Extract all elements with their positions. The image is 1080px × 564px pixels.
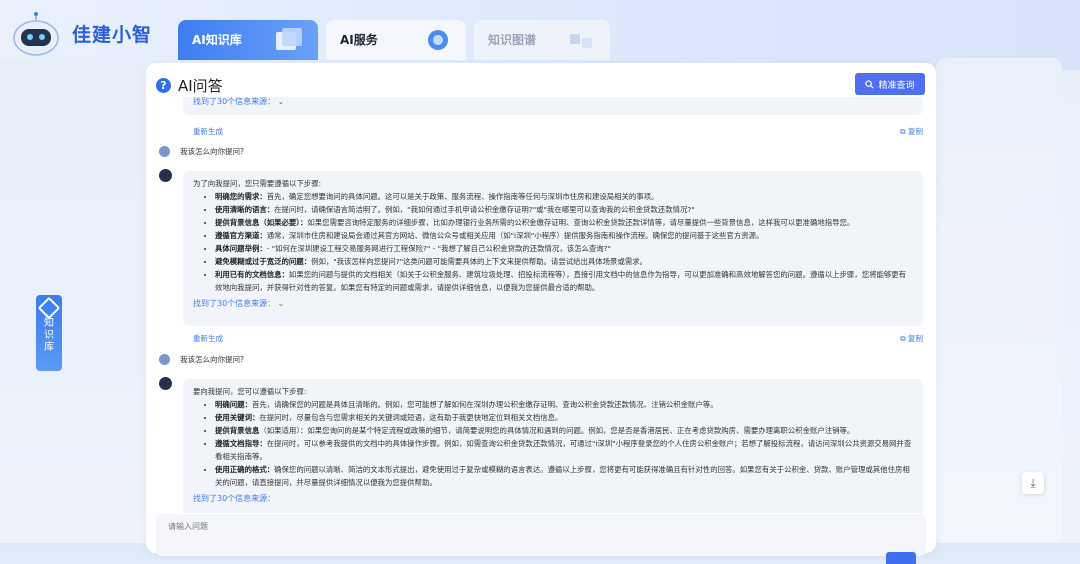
list-item: 明确问题：首先，请确保您的问题是具体且清晰的。例如，您可能想了解如何在深圳办理公… (215, 398, 913, 411)
knowledge-graph-illustration-icon (570, 34, 592, 48)
diamond-icon (37, 296, 61, 320)
list-item: 使用清晰的语言：在提问时，请确保语言简洁明了。例如，"我如何通过手机申请公积金缴… (215, 203, 913, 216)
chat-area[interactable]: 找到了30个信息来源： ⌄ 重新生成 ⧉ 复制 我该怎么向你提问? 为了向我提问… (146, 97, 936, 513)
list-item: 避免模糊或过于宽泛的问题：例如，"我该怎样向您提问?"这类问题可能需要具体的上下… (215, 255, 913, 268)
precise-search-button[interactable]: 精准查询 (855, 73, 925, 95)
brand-title: 佳建小智 (72, 24, 153, 46)
side-tab-knowledge-base[interactable]: 知 识 库 (36, 295, 62, 371)
ai-qa-panel: ? AI问答 精准查询 找到了30个信息来源： ⌄ 重新生成 ⧉ 复制 我该怎么… (146, 63, 936, 564)
copy-label: 复制 (908, 127, 923, 136)
left-background (0, 58, 145, 543)
sources-link[interactable]: 找到了30个信息来源： (193, 299, 275, 308)
user-question: 我该怎么向你提问? (180, 355, 244, 364)
answer-bubble: 为了向我提问，您只需要遵循以下步骤: 明确您的需求：首先，确定您想要询问的具体问… (183, 171, 923, 326)
chevron-down-icon[interactable]: ⌄ (278, 299, 285, 308)
user-question-row: 我该怎么向你提问? (159, 354, 244, 365)
answer-list: 明确问题：首先，请确保您的问题是具体且清晰的。例如，您可能想了解如何在深圳办理公… (193, 398, 913, 489)
panel-header: ? AI问答 (156, 75, 223, 96)
user-question: 我该怎么向你提问? (180, 147, 244, 156)
robot-logo-icon (13, 12, 59, 56)
list-item: 提供背景信息（如果必要）：如果您需要咨询特定服务的详细步骤，比如办理银行业务所需… (215, 216, 913, 229)
page-title: AI问答 (178, 77, 223, 95)
top-bar: 佳建小智 AI知识库 AI服务 知识图谱 (0, 0, 1080, 70)
bot-avatar (159, 377, 172, 390)
scroll-to-bottom-icon[interactable]: ⤓ (1022, 472, 1044, 494)
tab-ai-knowledge-base[interactable]: AI知识库 (178, 20, 318, 60)
tab-label: AI知识库 (192, 33, 242, 47)
side-tab-char: 知 (44, 318, 54, 329)
answer-actions: 重新生成 ⧉ 复制 (193, 126, 923, 137)
answer-bubble: 要向我提问，您可以遵循以下步骤: 明确问题：首先，请确保您的问题是具体且清晰的。… (183, 379, 923, 513)
side-tab-char: 库 (44, 342, 54, 353)
question-icon: ? (156, 78, 171, 93)
list-item: 遵循文档指导：在提问时，可以参考我提供的文档中的具体操作步骤。例如，如需查询公积… (215, 437, 913, 463)
list-item: 明确您的需求：首先，确定您想要询问的具体问题。这可以是关于政策、服务流程、操作指… (215, 190, 913, 203)
user-avatar (159, 146, 170, 157)
list-item: 使用关键词：在提问时，尽量包含与您需求相关的关键词或短语，这有助于我更快地定位到… (215, 411, 913, 424)
list-item: 使用正确的格式：确保您的问题以清晰、简洁的文本形式提出，避免使用过于复杂或模糊的… (215, 463, 913, 489)
tab-knowledge-graph[interactable]: 知识图谱 (474, 20, 610, 60)
sources-link[interactable]: 找到了30个信息来源： (193, 494, 275, 503)
search-icon (865, 79, 874, 89)
regenerate-button[interactable]: 重新生成 (193, 127, 223, 136)
list-item: 具体问题举例：- "如何在深圳建设工程交易服务网进行工程保险?" - "我想了解… (215, 242, 913, 255)
tab-label: AI服务 (340, 33, 378, 47)
knowledge-base-illustration-icon (276, 28, 302, 50)
copy-label: 复制 (908, 334, 923, 343)
list-item: 利用已有的文档信息：如果您的问题与提供的文档相关（如关于公积金服务、建筑垃圾处理… (215, 268, 913, 294)
question-input[interactable] (156, 514, 780, 539)
answer-list: 明确您的需求：首先，确定您想要询问的具体问题。这可以是关于政策、服务流程、操作指… (193, 190, 913, 294)
tab-label: 知识图谱 (488, 33, 537, 47)
list-item: 遵循官方渠道：通常，深圳市住房和建设局会通过其官方网站、微信公众号或相关应用（如… (215, 229, 913, 242)
precise-search-label: 精准查询 (878, 80, 915, 91)
copy-button[interactable]: ⧉ 复制 (900, 333, 923, 344)
right-background (936, 58, 1062, 543)
ai-service-illustration-icon (428, 30, 448, 50)
answer-intro: 为了向我提问，您只需要遵循以下步骤: (193, 179, 322, 188)
regenerate-button[interactable]: 重新生成 (193, 334, 223, 343)
tab-ai-service[interactable]: AI服务 (326, 20, 466, 60)
user-avatar (159, 354, 170, 365)
chevron-down-icon[interactable]: ⌄ (278, 97, 285, 106)
send-button[interactable] (886, 552, 916, 564)
copy-button[interactable]: ⧉ 复制 (900, 126, 923, 137)
answer-intro: 要向我提问，您可以遵循以下步骤: (193, 387, 307, 396)
user-question-row: 我该怎么向你提问? (159, 146, 244, 157)
side-tab-char: 识 (44, 330, 54, 341)
question-input-box[interactable] (156, 514, 926, 564)
list-item: 提供背景信息（如果适用）：如果您询问的是某个特定流程或政策的细节，请简要说明您的… (215, 424, 913, 437)
answer-bubble-previous: 找到了30个信息来源： ⌄ (183, 97, 923, 115)
bot-avatar (159, 169, 172, 182)
answer-actions: 重新生成 ⧉ 复制 (193, 333, 923, 344)
sources-link[interactable]: 找到了30个信息来源： (193, 97, 275, 106)
